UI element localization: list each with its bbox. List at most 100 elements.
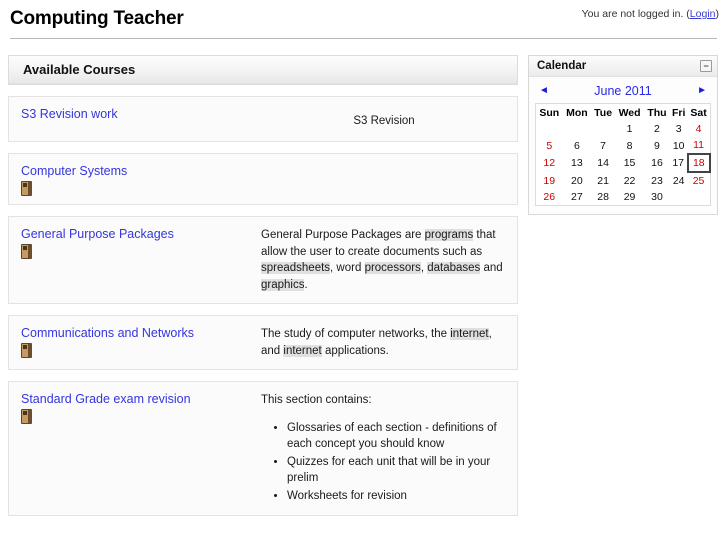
calendar-body: 1 2 3 4 5 6 7 8 9 10 11 12 13 14 15 16 17 18 19 20 21 22 23 24 2… (536, 121, 712, 206)
page-title: Computing Teacher (10, 8, 184, 29)
course-summary-icon[interactable] (21, 343, 32, 358)
login-status-text: You are not logged in. (581, 8, 684, 20)
calendar-day-cell[interactable]: 3 (670, 121, 688, 137)
calendar-day-cell[interactable]: 16 (644, 154, 670, 172)
summary-text-run: . (304, 278, 308, 291)
highlighted-term: internet (450, 328, 489, 340)
calendar-day-cell[interactable]: 14 (591, 154, 615, 172)
summary-text-run: applications. (321, 344, 389, 357)
course-summary-list: Glossaries of each section - definitions… (261, 420, 507, 505)
course-name-cell: Computer Systems (9, 154, 259, 204)
calendar-day-cell[interactable]: 25 (688, 172, 710, 189)
course-link[interactable]: S3 Revision work (21, 107, 118, 121)
calendar-day-cell[interactable]: 11 (688, 137, 710, 154)
highlighted-term: databases (427, 262, 481, 274)
available-courses-title: Available Courses (9, 56, 517, 84)
calendar-day-cell[interactable]: 15 (615, 154, 644, 172)
course-summary-text: The study of computer networks, the inte… (261, 326, 507, 359)
calendar-day-cell[interactable]: 27 (563, 189, 592, 206)
course-summary-text: S3 Revision (353, 115, 415, 127)
calendar-day-cell[interactable]: 26 (536, 189, 563, 206)
course-summary-cell (259, 154, 517, 204)
calendar-day-cell[interactable]: 22 (615, 172, 644, 189)
calendar-day-cell[interactable]: 4 (688, 121, 710, 137)
calendar-table: Sun Mon Tue Wed Thu Fri Sat 1 2 3 4 5 6 7 8 9 10 11 12 13 1… (535, 103, 712, 206)
calendar-empty-cell (688, 189, 710, 206)
calendar-empty-cell (670, 189, 688, 206)
calendar-day-cell[interactable]: 6 (563, 137, 592, 154)
page-header: Computing Teacher You are not logged in.… (0, 0, 727, 41)
calendar-day-cell[interactable]: 23 (644, 172, 670, 189)
calendar-day-cell[interactable]: 13 (563, 154, 592, 172)
highlighted-term: spreadsheets (261, 262, 331, 274)
calendar-weekday-header: Sat (690, 107, 707, 119)
course-summary-icon[interactable] (21, 244, 32, 259)
calendar-day-cell[interactable]: 24 (670, 172, 688, 189)
prev-month-arrow-icon[interactable]: ◄ (539, 86, 549, 96)
course-list: S3 Revision work S3 Revision Computer Syst… (8, 96, 518, 516)
calendar-day-cell[interactable]: 8 (615, 137, 644, 154)
summary-text-run: General Purpose Packages are (261, 229, 425, 241)
calendar-day-cell[interactable]: 29 (615, 189, 644, 206)
calendar-day-cell[interactable]: 19 (536, 172, 563, 189)
calendar-day-cell[interactable]: 10 (670, 137, 688, 154)
calendar-day-cell[interactable]: 7 (591, 137, 615, 154)
course-box: Computer Systems (8, 153, 518, 205)
highlighted-term: internet (283, 344, 322, 357)
calendar-day-today[interactable]: 18 (686, 153, 712, 173)
calendar-weekday-header: Tue (594, 107, 613, 119)
calendar-empty-cell (536, 121, 563, 137)
calendar-month-label[interactable]: June 2011 (594, 84, 651, 98)
calendar-weekday-header: Fri (671, 107, 686, 119)
calendar-day-cell[interactable]: 28 (591, 189, 615, 206)
course-summary-text: General Purpose Packages are programs th… (261, 227, 507, 293)
list-item: Glossaries of each section - definitions… (287, 420, 507, 453)
course-link[interactable]: Computer Systems (21, 164, 127, 178)
course-summary-cell: The study of computer networks, the inte… (259, 316, 517, 369)
highlighted-term: processors (364, 262, 421, 274)
summary-text-run: The study of computer networks, the (261, 328, 451, 340)
course-summary-intro: This section contains: (261, 394, 372, 406)
list-item: Worksheets for revision (287, 488, 507, 505)
calendar-day-cell[interactable]: 1 (615, 121, 644, 137)
calendar-day-cell[interactable]: 20 (563, 172, 592, 189)
course-box: Standard Grade exam revision This section… (8, 381, 518, 516)
calendar-block-header: Calendar − (529, 56, 717, 77)
list-item: Quizzes for each unit that will be in yo… (287, 454, 507, 487)
calendar-day-cell[interactable]: 5 (536, 137, 563, 154)
course-box: General Purpose Packages General Purpose … (8, 216, 518, 304)
calendar-day-cell[interactable]: 2 (644, 121, 670, 137)
next-month-arrow-icon[interactable]: ► (697, 86, 707, 96)
course-name-cell: General Purpose Packages (9, 217, 259, 303)
page-body: Available Courses S3 Revision work S3 Rev… (0, 41, 727, 516)
calendar-weekday-header: Thu (647, 107, 667, 119)
course-summary-cell: General Purpose Packages are programs th… (259, 217, 517, 303)
course-box: S3 Revision work S3 Revision (8, 96, 518, 142)
course-name-cell: Standard Grade exam revision (9, 382, 259, 515)
minimize-icon[interactable]: − (700, 60, 712, 72)
course-name-cell: S3 Revision work (9, 97, 259, 141)
login-paren-close: ) (715, 8, 720, 20)
main-content-column: Available Courses S3 Revision work S3 Rev… (8, 55, 518, 516)
course-summary-icon[interactable] (21, 409, 32, 424)
calendar-day-cell[interactable]: 30 (644, 189, 670, 206)
calendar-day-cell[interactable]: 12 (536, 154, 563, 172)
calendar-week-row: 1234 (536, 121, 711, 137)
course-summary-icon[interactable] (21, 181, 32, 196)
course-summary-cell: This section contains: Glossaries of each… (259, 382, 517, 515)
course-box: Communications and Networks The study of … (8, 315, 518, 370)
calendar-day-cell[interactable]: 17 (670, 154, 688, 172)
login-link[interactable]: Login (690, 8, 716, 20)
calendar-day-cell[interactable]: 9 (644, 137, 670, 154)
calendar-weekday-header: Wed (618, 107, 641, 119)
calendar-week-row: 26 27 28 29 30 (536, 189, 711, 206)
course-link[interactable]: Communications and Networks (21, 326, 194, 340)
login-info: You are not logged in. (Login) (582, 8, 719, 20)
calendar-block-title: Calendar (537, 60, 587, 72)
course-link[interactable]: General Purpose Packages (21, 227, 174, 241)
calendar-week-row: 19 20 21 22 23 24 25 (536, 172, 711, 189)
calendar-week-row: 5 6 7 8 9 10 11 (536, 137, 711, 154)
course-link[interactable]: Standard Grade exam revision (21, 392, 191, 406)
calendar-day-cell[interactable]: 21 (591, 172, 615, 189)
calendar-header-row: Sun Mon Tue Wed Thu Fri Sat (536, 104, 711, 122)
